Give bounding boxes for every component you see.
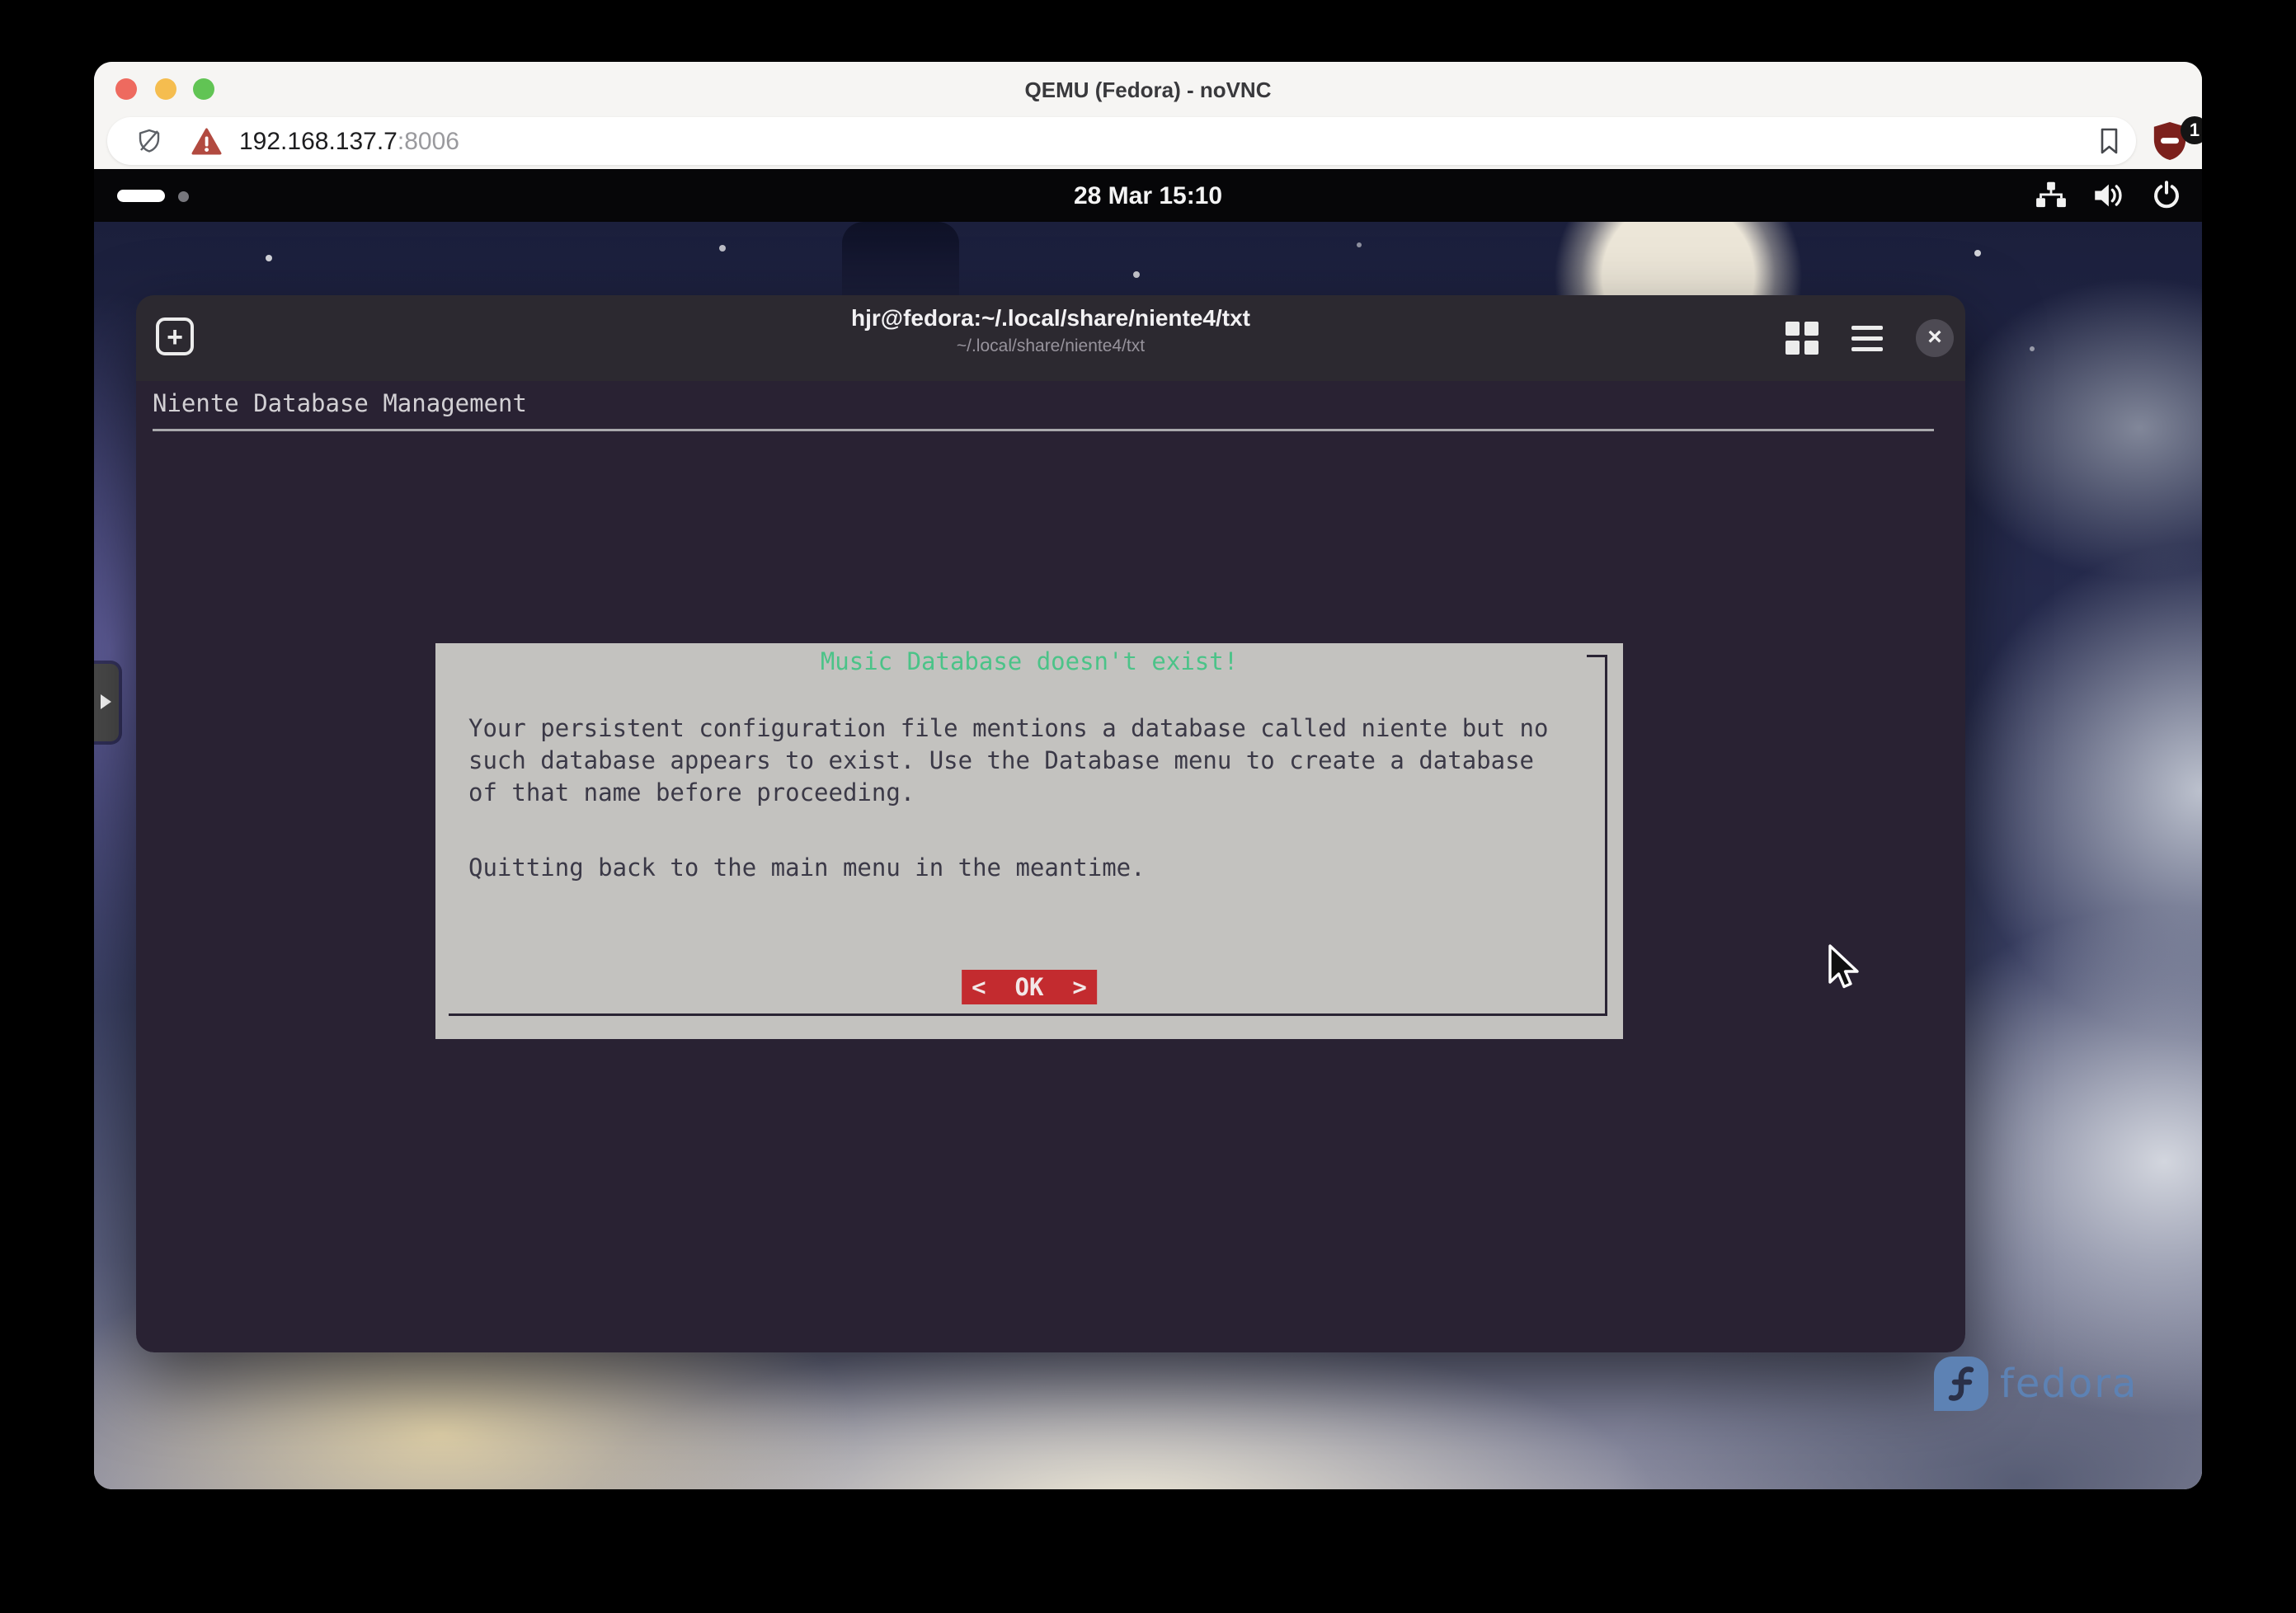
- system-status-area[interactable]: [2035, 169, 2181, 222]
- fedora-logo-icon: [1934, 1357, 1988, 1411]
- terminal-subtitle: ~/.local/share/niente4/txt: [383, 336, 1718, 356]
- bookmark-icon[interactable]: [2096, 127, 2122, 160]
- adblock-badge: 1: [2181, 116, 2202, 144]
- terminal-titlebar[interactable]: + hjr@fedora:~/.local/share/niente4/txt …: [136, 295, 1965, 381]
- terminal-close-button[interactable]: ×: [1916, 319, 1954, 357]
- dialog-note: Quitting back to the main menu in the me…: [468, 854, 1146, 882]
- wallpaper-silhouette: [842, 222, 959, 298]
- fedora-wordmark: fedora: [2000, 1357, 2138, 1411]
- header-rule: [153, 429, 1934, 431]
- gnome-top-bar: 28 Mar 15:10: [94, 169, 2202, 222]
- mouse-cursor: [1827, 944, 1863, 998]
- fedora-brand: fedora: [1934, 1357, 2138, 1411]
- volume-icon: [2093, 181, 2126, 209]
- stars: [94, 222, 97, 225]
- power-icon: [2152, 181, 2181, 210]
- dialog-body-line: Your persistent configuration file menti…: [468, 714, 1548, 742]
- network-icon: [2035, 181, 2067, 209]
- dialog-border-bottom: [449, 1013, 1607, 1016]
- hamburger-menu-button[interactable]: [1851, 326, 1883, 351]
- chevron-right-icon: [101, 694, 111, 709]
- novnc-control-handle[interactable]: [94, 664, 119, 741]
- dialog-border-right: [1605, 655, 1607, 1016]
- terminal-window: + hjr@fedora:~/.local/share/niente4/txt …: [136, 295, 1965, 1352]
- browser-window: QEMU (Fedora) - noVNC 192.168: [94, 62, 2202, 1489]
- terminal-title: hjr@fedora:~/.local/share/niente4/txt: [383, 305, 1718, 332]
- browser-toolbar: 192.168.137.7:8006 1: [94, 115, 2202, 169]
- screen: QEMU (Fedora) - noVNC 192.168: [0, 0, 2296, 1613]
- dialog-title: Music Database doesn't exist!: [435, 647, 1623, 675]
- tabs-overview-button[interactable]: [1786, 322, 1818, 355]
- url-text[interactable]: 192.168.137.7:8006: [239, 117, 459, 165]
- message-dialog: Music Database doesn't exist! Your persi…: [435, 643, 1623, 1039]
- url-port: :8006: [398, 128, 459, 155]
- address-bar[interactable]: 192.168.137.7:8006: [107, 117, 2136, 165]
- clock-button[interactable]: 28 Mar 15:10: [94, 169, 2202, 222]
- dialog-body-line: such database appears to exist. Use the …: [468, 746, 1534, 774]
- warning-triangle-icon[interactable]: [191, 128, 222, 159]
- insecure-shield-icon[interactable]: [135, 127, 163, 159]
- mac-titlebar: QEMU (Fedora) - noVNC: [94, 62, 2202, 115]
- terminal-actions: ×: [1786, 295, 1954, 381]
- window-title: QEMU (Fedora) - noVNC: [94, 62, 2202, 115]
- dialog-body-line: of that name before proceeding.: [468, 778, 915, 806]
- adblock-extension-button[interactable]: 1: [2151, 120, 2202, 167]
- fedora-desktop: + hjr@fedora:~/.local/share/niente4/txt …: [94, 222, 2202, 1489]
- url-host: 192.168.137.7: [239, 128, 398, 155]
- terminal-screen[interactable]: Niente Database Management Music Databas…: [136, 381, 1965, 1352]
- screen-header: Niente Database Management: [153, 389, 527, 417]
- ok-button[interactable]: < OK >: [962, 970, 1097, 1004]
- new-tab-button[interactable]: +: [156, 317, 194, 355]
